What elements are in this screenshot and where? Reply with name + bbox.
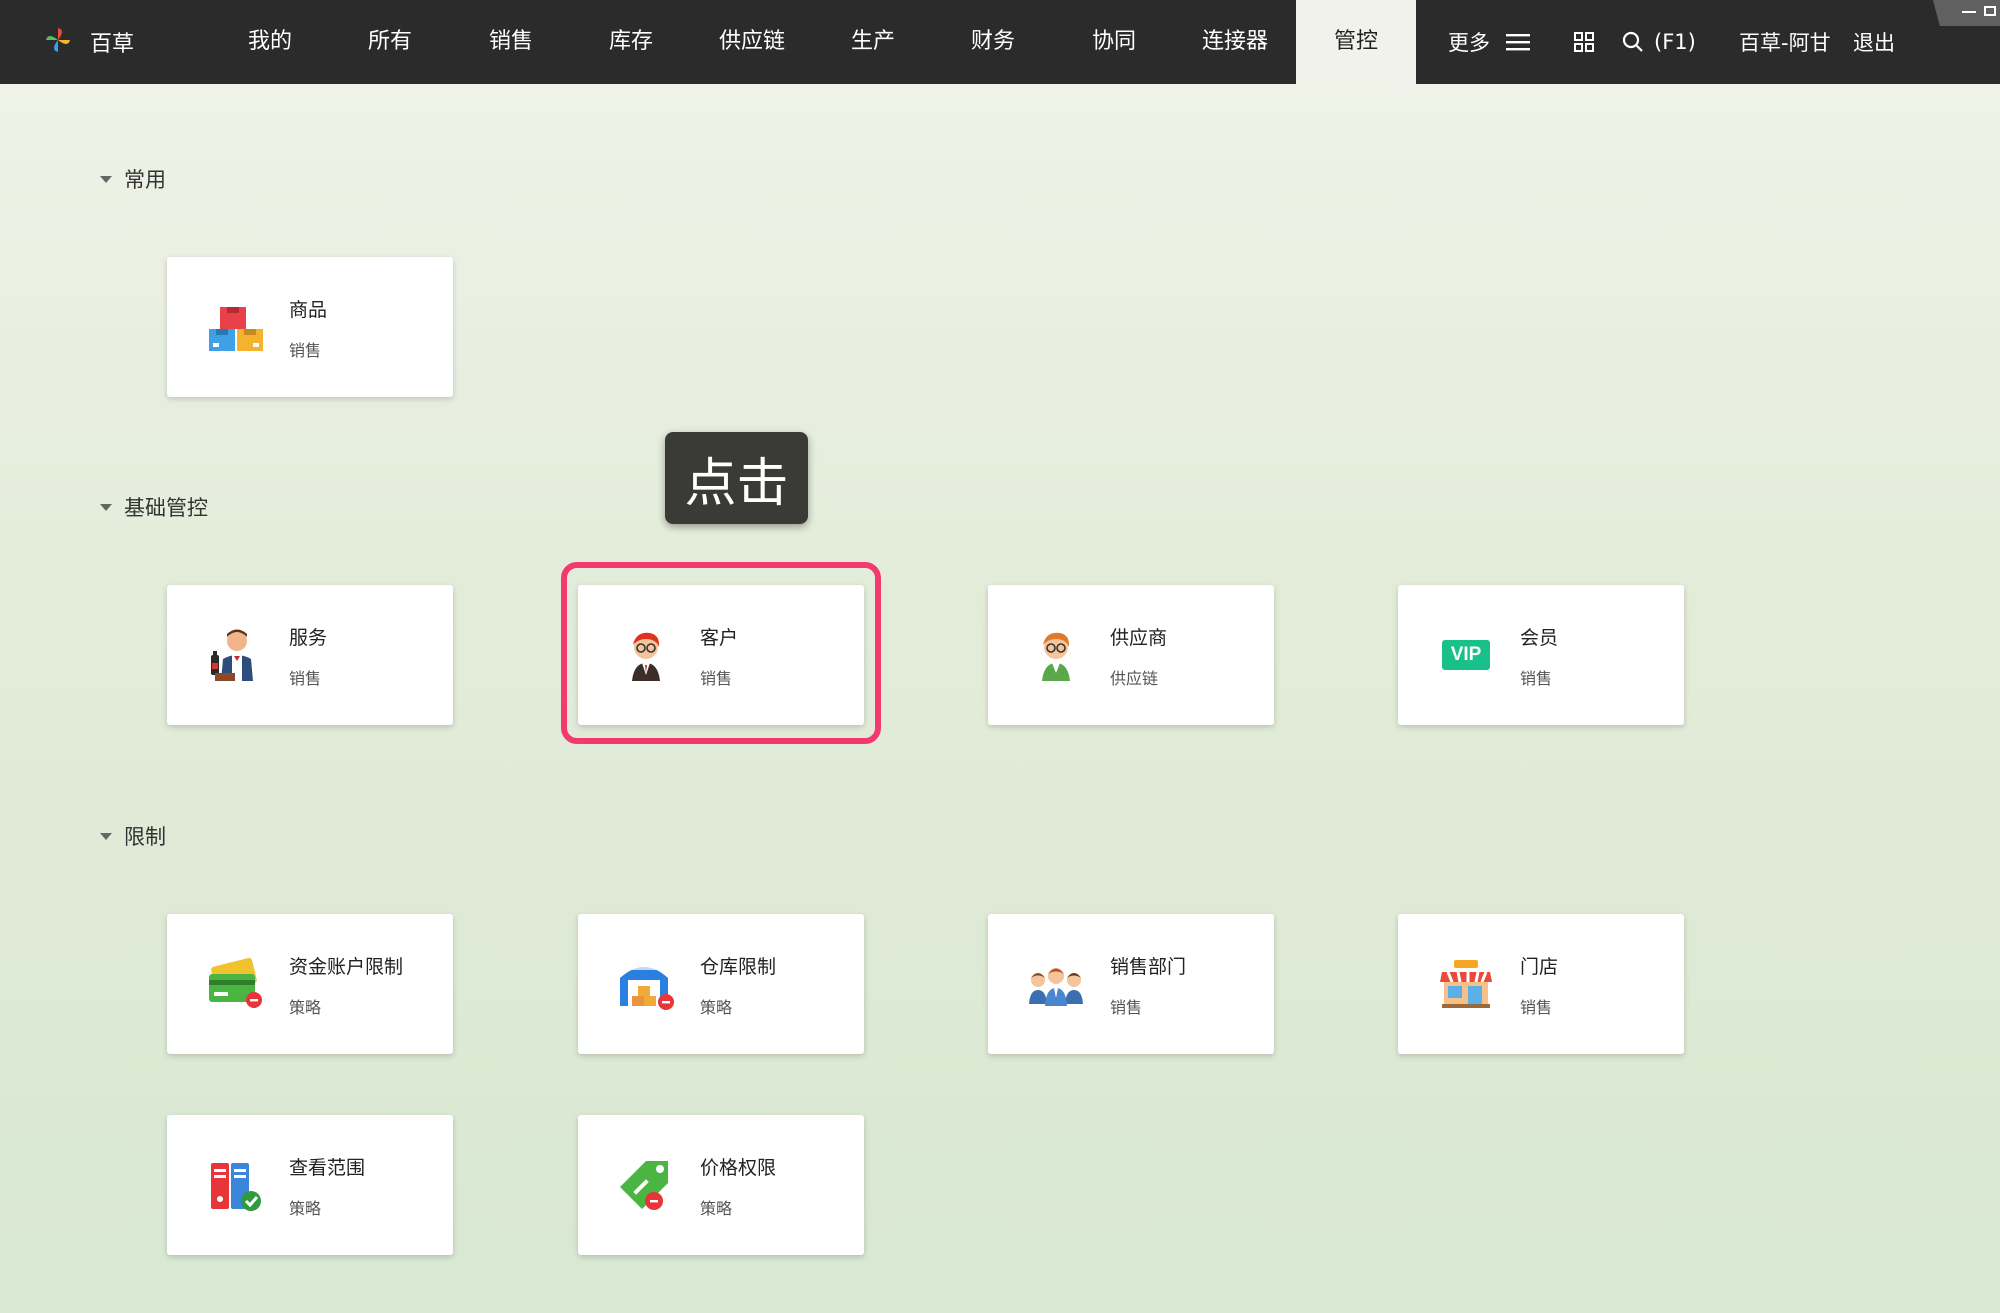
nav-tab-sales[interactable]: 销售 [471, 0, 551, 84]
card-subtitle: 销售 [1520, 669, 1553, 688]
nav-tab-inventory[interactable]: 库存 [591, 0, 671, 84]
section-title: 限制 [124, 825, 166, 849]
window-controls [1932, 0, 2000, 26]
click-highlight-frame [561, 562, 881, 744]
card-subtitle: 策略 [289, 998, 322, 1017]
card-title: 仓库限制 [700, 956, 777, 978]
card-title: 价格权限 [700, 1157, 777, 1179]
card-store[interactable]: 门店 销售 [1398, 914, 1684, 1054]
vip-badge: VIP [1441, 640, 1491, 670]
caret-down-icon [100, 503, 112, 511]
maximize-icon[interactable] [1984, 6, 1996, 16]
card-subtitle: 销售 [1110, 998, 1143, 1017]
apps-grid-button[interactable] [1574, 0, 1594, 84]
supplier-avatar-icon [1026, 625, 1086, 685]
card-subtitle: 销售 [289, 669, 322, 688]
section-title: 基础管控 [124, 496, 208, 520]
user-menu[interactable]: 百草-阿甘 [1739, 0, 1831, 84]
nav-tab-finance[interactable]: 财务 [953, 0, 1033, 84]
card-subtitle: 策略 [700, 1199, 733, 1218]
card-subtitle: 供应链 [1110, 669, 1159, 688]
card-title: 供应商 [1110, 627, 1168, 649]
card-product[interactable]: 商品 销售 [167, 257, 453, 397]
caret-down-icon [100, 832, 112, 840]
grid-icon [1574, 32, 1594, 52]
card-view-scope[interactable]: 查看范围 策略 [167, 1115, 453, 1255]
card-subtitle: 销售 [289, 341, 322, 360]
price-tag-icon [616, 1155, 676, 1215]
card-title: 查看范围 [289, 1157, 366, 1179]
nav-tab-all[interactable]: 所有 [350, 0, 430, 84]
minimize-icon[interactable] [1962, 11, 1976, 13]
card-supplier[interactable]: 供应商 供应链 [988, 585, 1274, 725]
card-member[interactable]: VIP 会员 销售 [1398, 585, 1684, 725]
card-service[interactable]: 服务 销售 [167, 585, 453, 725]
card-title: 商品 [289, 299, 328, 321]
top-nav-bar: 百草 我的 所有 销售 库存 供应链 生产 财务 协同 连接器 管控 更多 (F… [0, 0, 2000, 84]
section-header-basic-control[interactable]: 基础管控 [100, 492, 208, 522]
click-hint-tooltip: 点击 [665, 432, 808, 524]
search-button[interactable]: (F1) [1622, 0, 1696, 84]
card-sales-department[interactable]: 销售部门 销售 [988, 914, 1274, 1054]
card-title: 销售部门 [1110, 956, 1187, 978]
card-price-permission[interactable]: 价格权限 策略 [578, 1115, 864, 1255]
nav-tab-control[interactable]: 管控 [1296, 0, 1416, 84]
boxes-icon [205, 297, 265, 357]
search-shortcut-label: (F1) [1654, 30, 1696, 54]
card-subtitle: 策略 [700, 998, 733, 1017]
team-icon [1026, 954, 1086, 1014]
brand[interactable]: 百草 [44, 0, 134, 84]
shop-icon [1436, 954, 1496, 1014]
caret-down-icon [100, 175, 112, 183]
card-title: 会员 [1520, 627, 1559, 649]
credit-card-icon [205, 954, 265, 1014]
waiter-icon [205, 625, 265, 685]
search-icon [1622, 31, 1644, 53]
card-title: 门店 [1520, 956, 1559, 978]
warehouse-icon [616, 954, 676, 1014]
nav-tab-supply-chain[interactable]: 供应链 [702, 0, 802, 84]
nav-tab-collaboration[interactable]: 协同 [1074, 0, 1154, 84]
card-subtitle: 销售 [1520, 998, 1553, 1017]
card-title: 资金账户限制 [289, 956, 404, 978]
card-fund-account-limit[interactable]: 资金账户限制 策略 [167, 914, 453, 1054]
nav-tab-production[interactable]: 生产 [833, 0, 913, 84]
pinwheel-logo-icon [44, 26, 72, 58]
more-label: 更多 [1448, 31, 1490, 55]
more-menu-button[interactable]: 更多 [1448, 0, 1530, 84]
section-title: 常用 [124, 168, 166, 192]
section-header-restrictions[interactable]: 限制 [100, 821, 166, 851]
logout-button[interactable]: 退出 [1853, 0, 1895, 84]
card-subtitle: 策略 [289, 1199, 322, 1218]
brand-label: 百草 [90, 32, 135, 57]
nav-tab-connector[interactable]: 连接器 [1185, 0, 1285, 84]
folders-check-icon [205, 1155, 265, 1215]
nav-tab-mine[interactable]: 我的 [230, 0, 310, 84]
card-title: 服务 [289, 627, 328, 649]
hamburger-icon [1506, 32, 1530, 52]
card-warehouse-limit[interactable]: 仓库限制 策略 [578, 914, 864, 1054]
vip-icon: VIP [1436, 625, 1496, 685]
section-header-common[interactable]: 常用 [100, 164, 166, 194]
